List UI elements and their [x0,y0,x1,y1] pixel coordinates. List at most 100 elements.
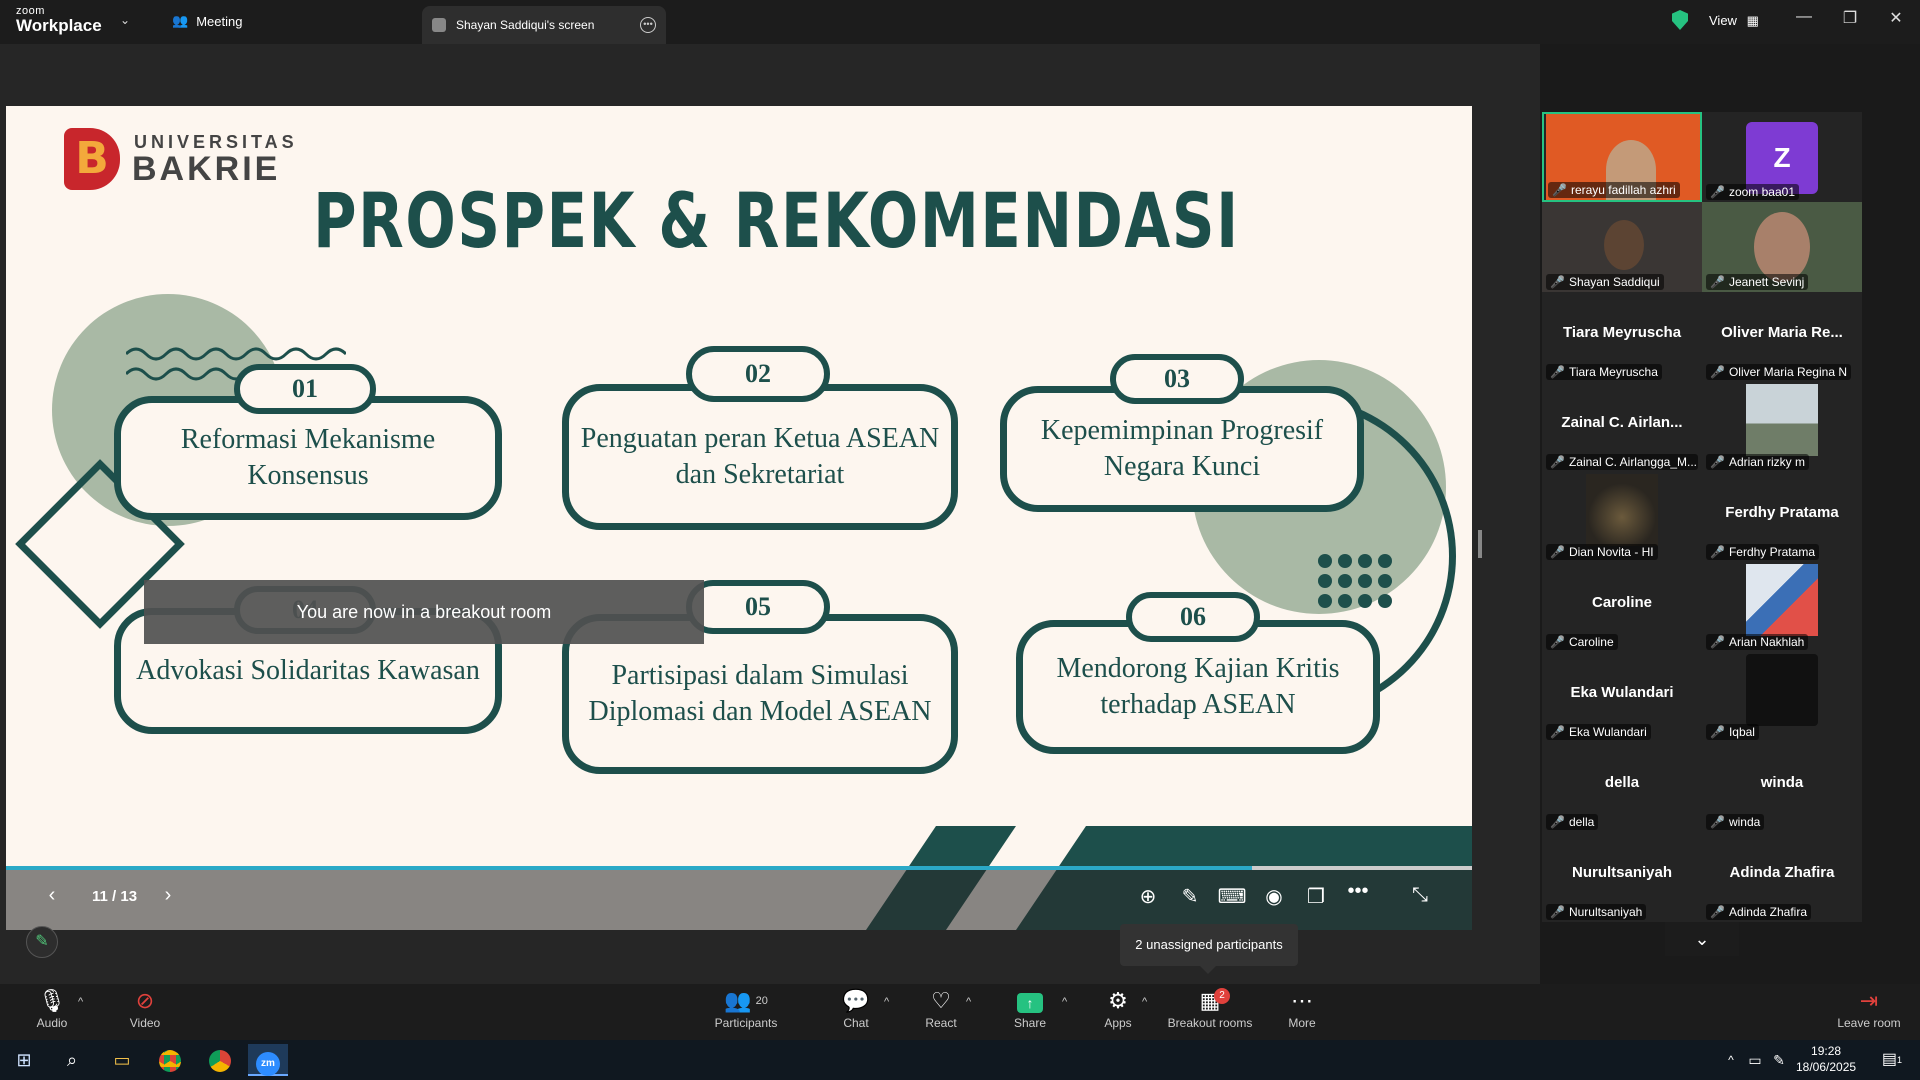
share-avatar-icon [432,18,446,32]
more-options-icon[interactable]: ••• [640,17,656,33]
profile-photo [1746,384,1818,456]
share-screen-icon: ↑ [1010,988,1050,1014]
chat-options-caret-icon[interactable]: ^ [884,996,889,1008]
slide-progress-bar [6,866,1472,870]
breakout-rooms-label: Breakout rooms [1167,1016,1253,1030]
shared-slide: B UNIVERSITAS BAKRIE PROSPEK & REKOMENDA… [6,106,1472,930]
apps-options-caret-icon[interactable]: ^ [1142,996,1147,1008]
breakout-rooms-button[interactable]: ▦ Breakout rooms [1166,988,1254,1030]
annotation-pen-icon[interactable]: ✎ [26,926,58,958]
chrome-profile-icon[interactable] [200,1044,240,1076]
muted-mic-icon: 🎤 [1550,545,1565,559]
screen-share-tab-label: Shayan Saddiqui's screen [456,18,595,32]
participant-name: Nurultsaniyah [1568,905,1643,919]
participant-label: 🎤 Iqbal [1706,724,1759,740]
profile-photo [1746,564,1818,636]
participant-tile[interactable]: 🎤 Dian Novita - HI [1542,472,1702,562]
panel-resize-handle[interactable] [1478,530,1482,558]
react-button[interactable]: ♡ React [920,988,962,1030]
participant-tile[interactable]: Oliver Maria Re... 🎤 Oliver Maria Regina … [1702,292,1862,382]
tray-chevron-icon[interactable]: ^ [1720,1044,1742,1076]
participant-tile[interactable]: 🎤 Arian Nakhlah [1702,562,1862,652]
restore-icon[interactable]: ❐ [1835,8,1865,28]
zoom-in-icon[interactable]: ⊕ [1132,884,1164,909]
react-options-caret-icon[interactable]: ^ [966,996,971,1008]
participant-name: rerayu fadillah azhri [1570,183,1676,197]
card-number-text: 06 [1180,602,1206,631]
previous-slide-icon[interactable]: ‹ [36,884,68,907]
search-icon[interactable]: ⌕ [52,1044,92,1076]
recommendation-card-1: Reformasi Mekanisme Konsensus [114,396,502,520]
participant-tile[interactable]: 🎤 Adrian rizky m [1702,382,1862,472]
windows-start-icon[interactable]: ⊞ [4,1044,44,1076]
participant-tile[interactable]: Nurultsaniyah 🎤 Nurultsaniyah [1542,832,1702,922]
card-number-3: 03 [1110,354,1244,404]
chat-button[interactable]: 💬 Chat [836,988,876,1030]
pen-tray-icon[interactable]: ✎ [1768,1044,1790,1076]
chevron-down-icon[interactable]: ⌄ [120,13,130,27]
participant-tile[interactable]: 🎤 Shayan Saddiqui [1542,202,1702,292]
recommendation-card-3: Kepemimpinan Progresif Negara Kunci [1000,386,1364,512]
participant-label: 🎤 Dian Novita - HI [1546,544,1658,560]
card-text: Penguatan peran Ketua ASEAN dan Sekretar… [580,422,940,490]
remote-control-icon[interactable]: ◉ [1258,884,1290,909]
video-button[interactable]: ⊘ Video [122,988,168,1030]
participant-label: 🎤 Tiara Meyruscha [1546,364,1662,380]
chrome-icon[interactable] [150,1044,190,1076]
participant-tile[interactable]: Z 🎤 zoom baa01 [1702,112,1862,202]
leave-room-button[interactable]: ⇥ Leave room [1836,988,1902,1030]
participants-button[interactable]: 👥 20 Participants [710,988,782,1030]
audio-button[interactable]: 🎙 Audio [30,988,74,1030]
network-icon[interactable]: ▭ [1744,1044,1766,1076]
minimize-icon[interactable]: — [1789,8,1819,26]
slide-title: PROSPEK & REKOMENDASI [313,176,1240,265]
participant-tile[interactable]: Zainal C. Airlan... 🎤 Zainal C. Airlangga… [1542,382,1702,472]
participant-tile[interactable]: della 🎤 della [1542,742,1702,832]
muted-mic-icon: 🎤 [1550,455,1565,469]
participant-tile[interactable]: Adinda Zhafira 🎤 Adinda Zhafira [1702,832,1862,922]
view-button[interactable]: View ▦ [1709,13,1759,29]
screen-share-tab[interactable]: Shayan Saddiqui's screen ••• [422,6,666,44]
participant-label: 🎤 Jeanett Sevinj [1706,274,1809,290]
notifications-icon[interactable]: ▤1 [1874,1044,1910,1076]
participant-label: 🎤 rerayu fadillah azhri [1548,182,1680,198]
exit-fullscreen-icon[interactable]: ⤡ [1404,884,1436,907]
more-icon[interactable]: ••• [1342,880,1374,903]
muted-mic-icon: 🎤 [1710,275,1725,289]
encryption-shield-icon[interactable] [1672,10,1688,30]
share-label: Share [1013,1016,1047,1030]
participant-tile[interactable]: Caroline 🎤 Caroline [1542,562,1702,652]
more-button[interactable]: ⋯ More [1280,988,1324,1030]
participant-tile[interactable]: 🎤 Jeanett Sevinj [1702,202,1862,292]
participant-tile[interactable]: 🎤 Iqbal [1702,652,1862,742]
participant-tile[interactable]: Tiara Meyruscha 🎤 Tiara Meyruscha [1542,292,1702,382]
participant-label: 🎤 Eka Wulandari [1546,724,1651,740]
participant-tile[interactable]: Ferdhy Pratama 🎤 Ferdhy Pratama [1702,472,1862,562]
participant-tile[interactable]: 🎤 rerayu fadillah azhri [1542,112,1702,202]
card-number-text: 01 [292,374,318,403]
people-icon: 👥 [172,13,189,28]
system-clock[interactable]: 19:28 18/06/2025 [1796,1043,1856,1075]
chat-icon: 💬 [842,988,870,1013]
apps-button[interactable]: ⚙ Apps [1098,988,1138,1030]
share-button[interactable]: ↑ Share [1010,988,1050,1030]
next-slide-icon[interactable]: › [152,884,184,907]
close-icon[interactable]: ✕ [1881,8,1911,28]
audio-options-caret-icon[interactable]: ^ [78,996,83,1008]
participant-label: 🎤 Zainal C. Airlangga_M... [1546,454,1698,470]
annotate-icon[interactable]: ✎ [1174,884,1206,909]
participant-tile[interactable]: Eka Wulandari 🎤 Eka Wulandari [1542,652,1702,742]
zoom-app-icon[interactable]: zm [248,1044,288,1076]
keyboard-icon[interactable]: ⌨ [1216,884,1248,909]
file-explorer-icon[interactable]: ▭ [102,1044,142,1076]
card-text: Advokasi Solidaritas Kawasan [136,654,480,686]
muted-mic-icon: 🎤 [1550,275,1565,289]
zoom-workplace-logo[interactable]: zoom Workplace [16,6,102,35]
meeting-tab[interactable]: 👥 Meeting [172,13,242,29]
participant-tile[interactable]: winda 🎤 winda [1702,742,1862,832]
gallery-scroll-down-icon[interactable]: ⌄ [1665,922,1739,956]
pop-out-icon[interactable]: ❐ [1300,884,1332,909]
muted-mic-icon: 🎤 [1550,905,1565,919]
share-options-caret-icon[interactable]: ^ [1062,996,1067,1008]
muted-mic-icon: 🎤 [1710,545,1725,559]
